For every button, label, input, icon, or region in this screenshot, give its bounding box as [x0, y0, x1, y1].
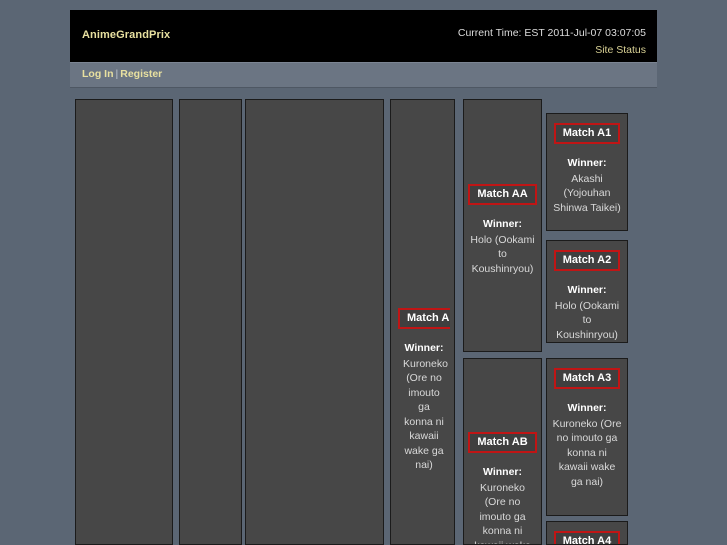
match-panel-match-a2[interactable]: Match A2 Winner: Holo (Ookami to Koushin…	[546, 240, 628, 343]
current-time: Current Time: EST 2011-Jul-07 03:07:05	[457, 27, 646, 39]
match-winner-block: Winner: Holo (Ookami to Koushinryou)	[464, 217, 541, 276]
bracket-round-2	[179, 86, 242, 545]
nav-separator: |	[115, 68, 119, 80]
match-panel-empty[interactable]	[179, 99, 242, 545]
bracket-round-semifinal: Match A Winner: Kuroneko (Ore no imouto …	[398, 86, 450, 545]
nav-register-link[interactable]: Register	[120, 68, 162, 80]
winner-name: Kuroneko (Ore no imouto ga konna ni kawa…	[552, 417, 622, 488]
winner-name: Kuroneko (Ore no imouto ga konna ni kawa…	[474, 481, 531, 545]
match-panel-match-aa[interactable]: Match AA Winner: Holo (Ookami to Koushin…	[463, 99, 542, 352]
site-status-link[interactable]: Site Status	[458, 43, 646, 58]
match-winner-block: Winner: Kuroneko (Ore no imouto ga konna…	[547, 401, 627, 489]
nav-login-link[interactable]: Log In	[82, 68, 114, 80]
winner-name: Holo (Ookami to Koushinryou)	[554, 299, 620, 341]
match-winner-block: Winner: Kuroneko (Ore no imouto ga konna…	[464, 465, 541, 545]
main-navbar: Log In | Register	[70, 62, 657, 88]
winner-heading: Winner:	[483, 218, 522, 230]
match-panel-match-a[interactable]: Match A Winner: Kuroneko (Ore no imouto …	[398, 299, 450, 545]
match-winner-block: Winner: Akashi (Yojouhan Shinwa Taikei)	[547, 156, 627, 215]
site-title: AnimeGrandPrix	[82, 29, 171, 41]
match-label-badge[interactable]: Match A4	[553, 531, 621, 544]
winner-heading: Winner:	[483, 466, 522, 478]
winner-name: Kuroneko (Ore no imouto ga konna ni kawa…	[403, 357, 448, 472]
header-info: Current Time: EST 2011-Jul-07 03:07:05 S…	[458, 26, 646, 58]
winner-heading: Winner:	[404, 342, 444, 354]
winner-name: Holo (Ookami to Koushinryou)	[470, 233, 535, 275]
bracket-round-1	[75, 86, 173, 545]
winner-heading: Winner:	[567, 157, 607, 169]
winner-heading: Winner:	[567, 402, 607, 414]
match-winner-block: Winner: Holo (Ookami to Koushinryou)	[547, 283, 627, 342]
match-panel-match-a1[interactable]: Match A1 Winner: Akashi (Yojouhan Shinwa…	[546, 113, 628, 231]
winner-name: Akashi (Yojouhan Shinwa Taikei)	[553, 172, 621, 214]
match-winner-block: Winner: Kuroneko (Ore no imouto ga konna…	[398, 341, 450, 473]
bracket-round-3	[245, 86, 384, 545]
nav-links: Log In | Register	[82, 68, 162, 80]
match-panel-match-ab[interactable]: Match AB Winner: Kuroneko (Ore no imouto…	[463, 358, 542, 545]
site-header: AnimeGrandPrix Current Time: EST 2011-Ju…	[70, 10, 657, 62]
match-label-badge[interactable]: Match A2	[553, 250, 621, 271]
match-panel-empty[interactable]	[75, 99, 173, 545]
match-panel-match-a4[interactable]: Match A4	[546, 521, 628, 545]
match-label-badge[interactable]: Match A1	[553, 123, 621, 144]
tournament-bracket: Match A Winner: Kuroneko (Ore no imouto …	[0, 86, 727, 545]
match-label-badge[interactable]: Match A3	[553, 368, 621, 389]
match-label-badge[interactable]: Match A	[398, 308, 450, 329]
match-label-badge[interactable]: Match AB	[468, 432, 537, 453]
match-panel-empty[interactable]	[245, 99, 384, 545]
match-label-badge[interactable]: Match AA	[468, 184, 537, 205]
match-panel-match-a3[interactable]: Match A3 Winner: Kuroneko (Ore no imouto…	[546, 358, 628, 516]
bracket-round-quarterfinal: Match AA Winner: Holo (Ookami to Koushin…	[463, 86, 542, 545]
bracket-round-first: Match A1 Winner: Akashi (Yojouhan Shinwa…	[546, 86, 628, 545]
winner-heading: Winner:	[567, 284, 607, 296]
